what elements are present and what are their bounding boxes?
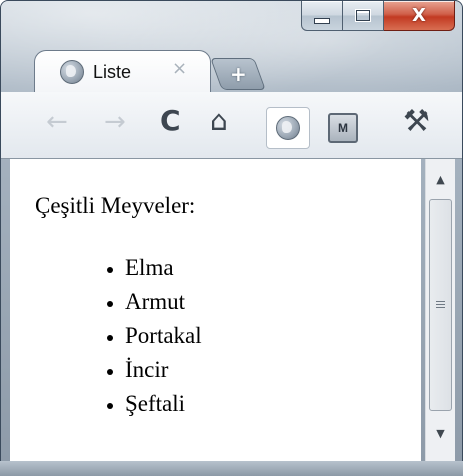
close-icon: X xyxy=(412,4,426,26)
plus-icon: + xyxy=(229,62,247,86)
page-viewport: Çeşitli Meyveler: Elma Armut Portakal İn… xyxy=(10,159,421,461)
close-window-button[interactable]: X xyxy=(384,1,455,31)
shield-icon: M xyxy=(338,121,348,135)
list-item: Armut xyxy=(125,285,202,319)
page-heading: Çeşitli Meyveler: xyxy=(35,193,196,218)
reload-icon[interactable]: C xyxy=(160,104,181,137)
list-item: Portakal xyxy=(125,319,202,353)
list-item: İncir xyxy=(125,353,202,387)
scroll-up-icon[interactable]: ▲ xyxy=(426,173,455,195)
home-icon[interactable]: ⌂ xyxy=(210,104,228,137)
tab-title: Liste xyxy=(93,61,132,82)
list-item: Elma xyxy=(125,251,202,285)
list-item: Şeftali xyxy=(125,387,202,421)
scroll-thumb[interactable] xyxy=(429,199,452,411)
window-caption-buttons: X xyxy=(301,1,455,31)
vertical-scrollbar[interactable]: ▲ ▼ xyxy=(425,159,455,462)
minimize-button[interactable] xyxy=(301,1,343,31)
fruit-list: Elma Armut Portakal İncir Şeftali xyxy=(40,251,202,421)
minimize-icon xyxy=(314,17,330,24)
globe-icon xyxy=(60,60,84,84)
toolbar xyxy=(1,92,462,159)
maximize-icon xyxy=(356,10,370,21)
wrench-icon[interactable]: ⚒ xyxy=(403,104,430,139)
page-info-button[interactable] xyxy=(266,107,310,149)
globe-icon xyxy=(276,116,300,140)
maximize-button[interactable] xyxy=(343,1,384,31)
window-bottom-border xyxy=(0,461,463,476)
tab-close-icon[interactable]: × xyxy=(172,58,187,79)
tab-content: Liste xyxy=(60,52,131,92)
grip-icon xyxy=(436,301,445,309)
extension-button[interactable]: M xyxy=(328,113,358,143)
scroll-down-icon[interactable]: ▼ xyxy=(426,427,455,449)
back-icon[interactable]: ← xyxy=(46,107,68,137)
forward-icon[interactable]: → xyxy=(104,107,126,137)
